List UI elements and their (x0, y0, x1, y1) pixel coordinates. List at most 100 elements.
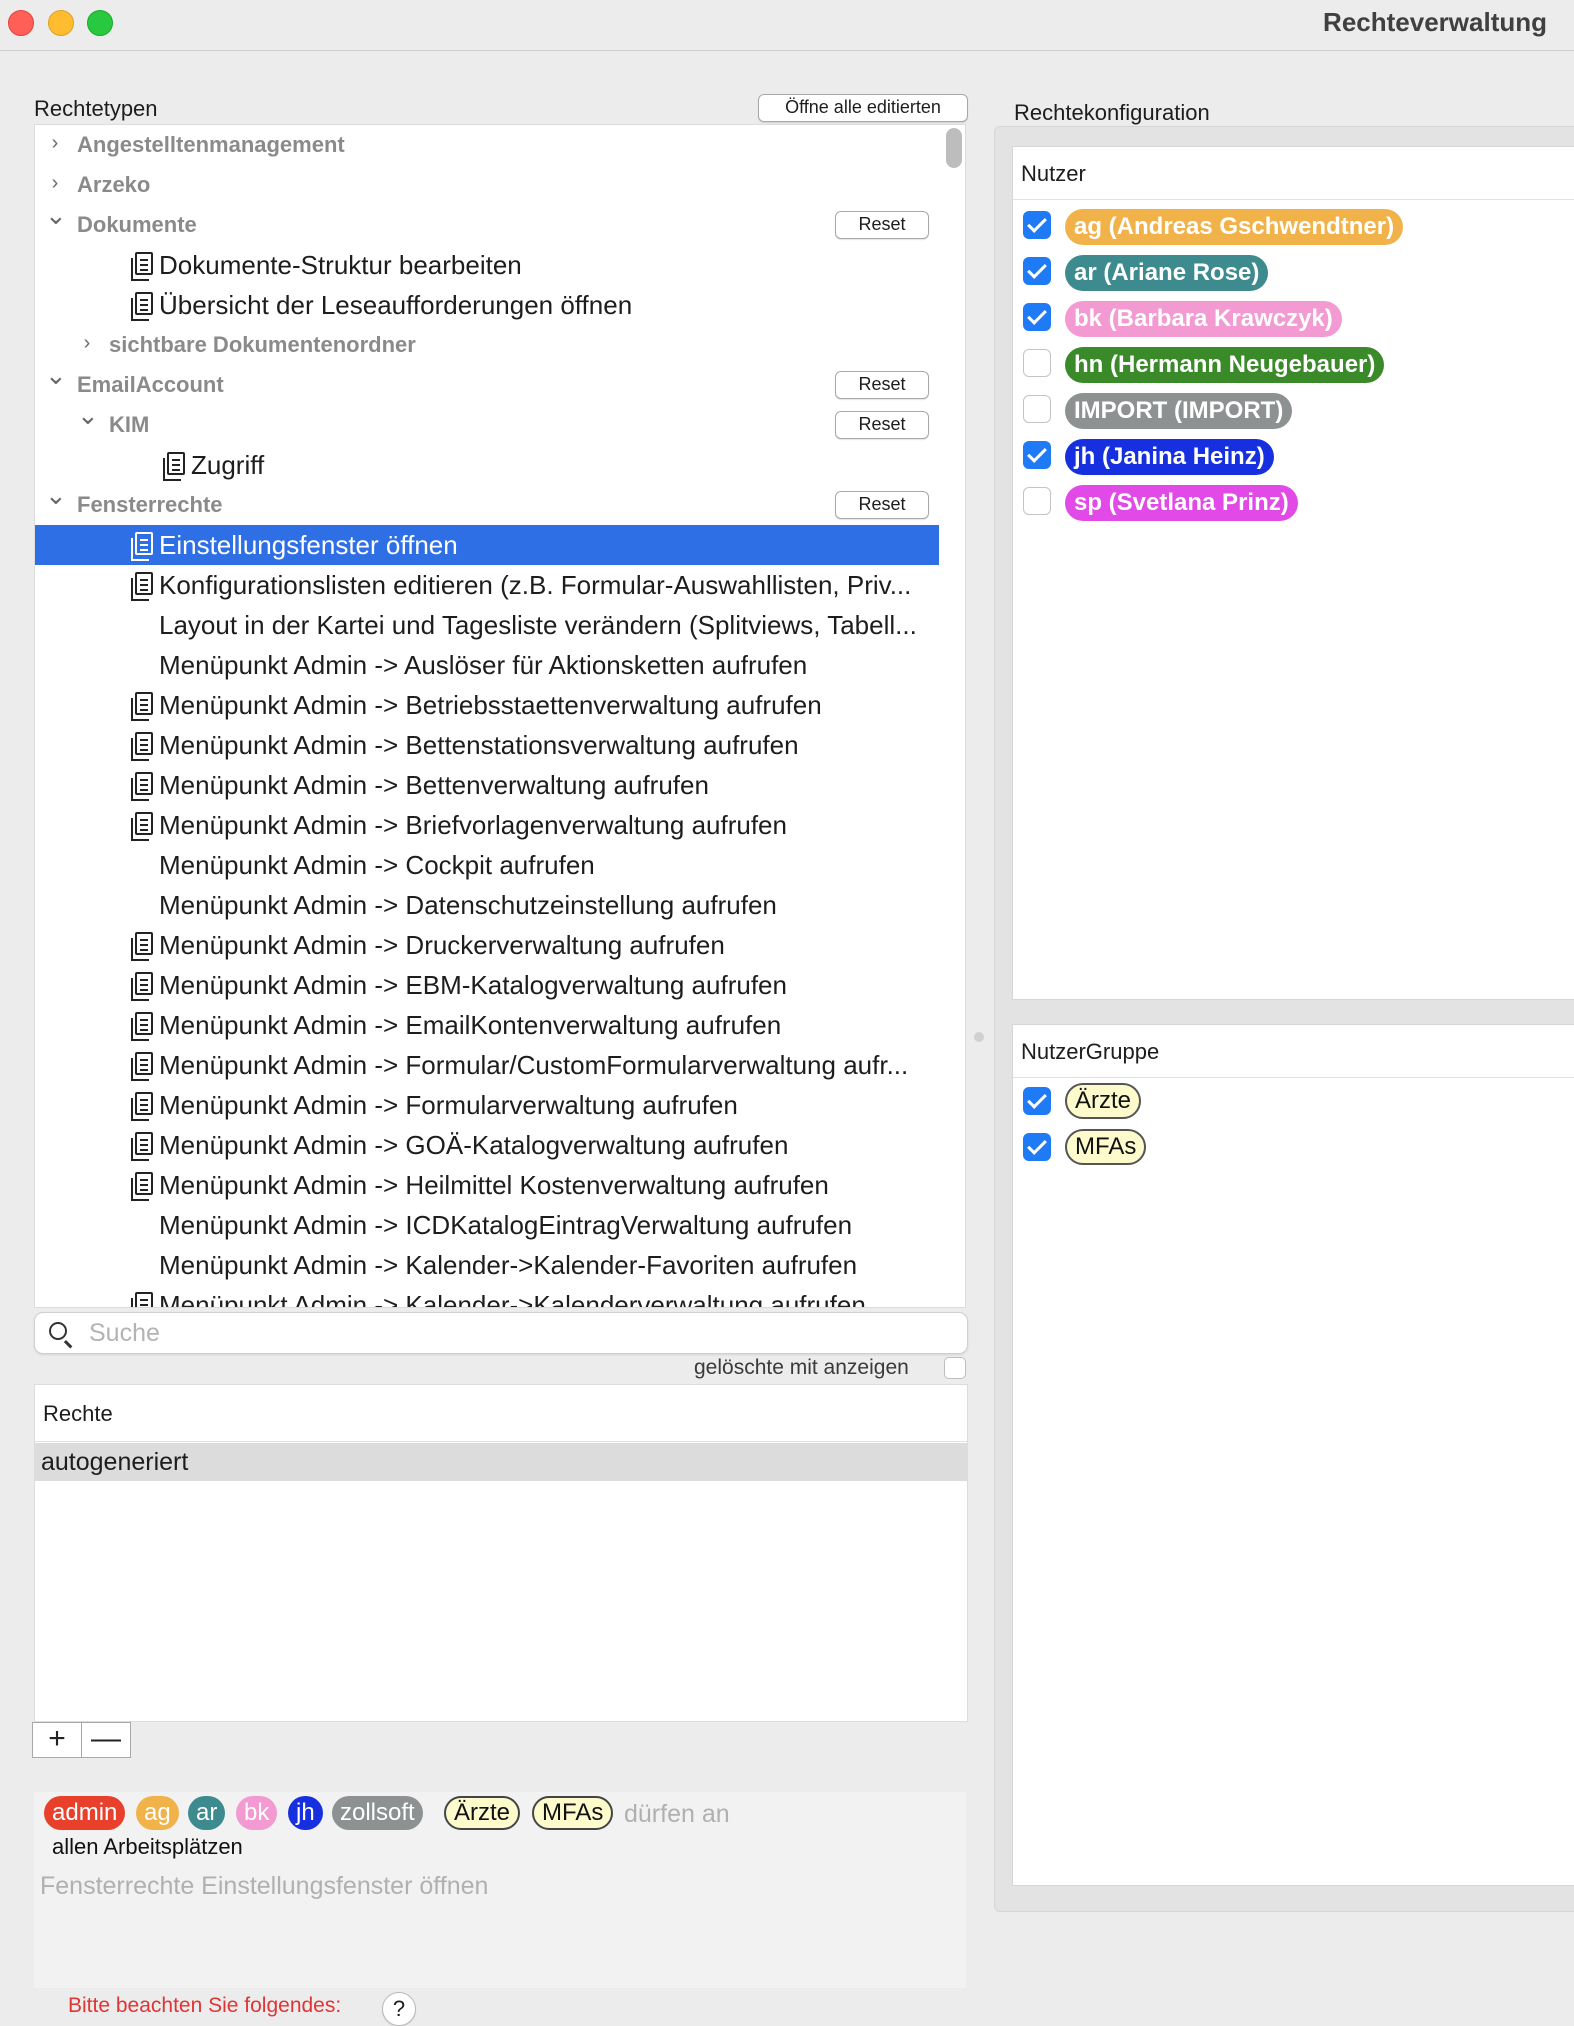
rights-column-header: Rechte (43, 1401, 113, 1426)
search-field[interactable]: Suche (34, 1312, 968, 1354)
split-view-divider-handle[interactable] (974, 1032, 984, 1042)
help-button[interactable]: ? (382, 1992, 416, 2026)
window-title: Rechteverwaltung (1323, 7, 1547, 37)
group-checkbox[interactable] (1023, 1087, 1051, 1115)
user-checkbox[interactable] (1023, 257, 1051, 285)
user-checkbox[interactable] (1023, 211, 1051, 239)
chevron-right-icon[interactable]: › (77, 333, 97, 353)
tree-item-row[interactable]: Menüpunkt Admin -> Kalender->Kalender-Fa… (35, 1245, 939, 1285)
summary-pill: MFAs (532, 1796, 614, 1830)
tree-item-label: Übersicht der Leseaufforderungen öffnen (159, 290, 633, 320)
user-groups-panel: NutzerGruppe Ärzte MFAs (1012, 1024, 1574, 1886)
minimize-window-button[interactable] (48, 10, 74, 36)
tree-item-label: Dokumente-Struktur bearbeiten (159, 250, 522, 280)
tree-item-row[interactable]: Menüpunkt Admin -> Cockpit aufrufen (35, 845, 939, 885)
document-icon (131, 1012, 153, 1041)
users-column-header: Nutzer (1021, 161, 1086, 186)
chevron-down-icon[interactable]: ⌄ (77, 402, 99, 428)
tree-group-row[interactable]: › Angestelltenmanagement (35, 125, 939, 165)
tree-group-row[interactable]: › Arzeko (35, 165, 939, 205)
rights-types-tree[interactable]: › Angestelltenmanagement › Arzeko ⌄ Dokumente… (34, 124, 966, 1308)
chevron-right-icon[interactable]: › (45, 173, 65, 193)
tree-group-label: Fensterrechte (77, 492, 223, 517)
tree-item-row[interactable]: Menüpunkt Admin -> ICDKatalogEintragVerw… (35, 1205, 939, 1245)
user-pill: ag (Andreas Gschwendtner) (1065, 209, 1404, 245)
tree-item-label: Layout in der Kartei und Tagesliste verä… (159, 610, 917, 640)
rights-table-row[interactable]: autogeneriert (35, 1443, 967, 1481)
tree-group-row[interactable]: ⌄ Dokumente Reset (35, 202, 939, 245)
chevron-down-icon[interactable]: ⌄ (45, 202, 67, 228)
tree-item-row[interactable]: Menüpunkt Admin -> Formularverwaltung au… (35, 1085, 939, 1125)
tree-item-row[interactable]: Menüpunkt Admin -> EmailKontenverwaltung… (35, 1005, 939, 1045)
tree-group-row[interactable]: ⌄ EmailAccount Reset (35, 362, 939, 405)
show-deleted-checkbox[interactable] (944, 1357, 966, 1379)
tree-item-row[interactable]: Layout in der Kartei und Tagesliste verä… (35, 605, 939, 645)
tree-item-row[interactable]: Menüpunkt Admin -> Druckerverwaltung auf… (35, 925, 939, 965)
tree-item-row[interactable]: Menüpunkt Admin -> Datenschutzeinstellun… (35, 885, 939, 925)
tree-item-label: Menüpunkt Admin -> Cockpit aufrufen (159, 850, 595, 880)
chevron-right-icon[interactable]: › (45, 133, 65, 153)
tree-item-label: Menüpunkt Admin -> Formularverwaltung au… (159, 1090, 738, 1120)
tree-item-label: Menüpunkt Admin -> Bettenstationsverwalt… (159, 730, 799, 760)
tree-item-row[interactable]: Menüpunkt Admin -> EBM-Katalogverwaltung… (35, 965, 939, 1005)
zoom-window-button[interactable] (87, 10, 113, 36)
open-all-edited-button[interactable]: Öffne alle editierten (758, 94, 968, 122)
tree-group-row[interactable]: ⌄ Fensterrechte Reset (35, 482, 939, 525)
tree-item-row[interactable]: Menüpunkt Admin -> Bettenstationsverwalt… (35, 725, 939, 765)
chevron-down-icon[interactable]: ⌄ (45, 482, 67, 508)
user-pill: sp (Svetlana Prinz) (1065, 485, 1298, 521)
users-panel-header: Nutzer (1013, 147, 1574, 200)
tree-item-row[interactable]: Menüpunkt Admin -> Bettenverwaltung aufr… (35, 765, 939, 805)
document-icon (131, 1172, 153, 1201)
tree-item-label: Menüpunkt Admin -> Bettenverwaltung aufr… (159, 770, 709, 800)
user-group-pill: MFAs (1065, 1129, 1147, 1165)
tree-item-row[interactable]: Zugriff (35, 445, 939, 485)
add-right-button[interactable]: + (32, 1722, 82, 1758)
search-input[interactable]: Suche (89, 1319, 160, 1348)
tree-group-row[interactable]: ⌄ KIM Reset (35, 402, 939, 445)
user-checkbox[interactable] (1023, 303, 1051, 331)
tree-item-label: Menüpunkt Admin -> Betriebsstaettenverwa… (159, 690, 822, 720)
tree-item-row[interactable]: Menüpunkt Admin -> Betriebsstaettenverwa… (35, 685, 939, 725)
reset-button[interactable]: Reset (835, 211, 929, 239)
user-pill: jh (Janina Heinz) (1065, 439, 1274, 475)
warning-text: Bitte beachten Sie folgendes: (68, 1994, 342, 2017)
tree-item-row[interactable]: Menüpunkt Admin -> Auslöser für Aktionsk… (35, 645, 939, 685)
tree-item-row[interactable]: Menüpunkt Admin -> Formular/CustomFormul… (35, 1045, 939, 1085)
user-checkbox[interactable] (1023, 487, 1051, 515)
tree-item-row[interactable]: Einstellungsfenster öffnen (35, 525, 939, 565)
group-checkbox[interactable] (1023, 1133, 1051, 1161)
summary-pill: bk (236, 1796, 278, 1830)
document-icon (131, 772, 153, 801)
tree-item-label: Menüpunkt Admin -> Auslöser für Aktionsk… (159, 650, 808, 680)
remove-right-button[interactable]: — (81, 1722, 131, 1758)
summary-pill: jh (288, 1796, 323, 1830)
user-groups-panel-header: NutzerGruppe (1013, 1025, 1574, 1078)
user-group-pill: Ärzte (1065, 1083, 1142, 1119)
tree-item-label: Menüpunkt Admin -> GOÄ-Katalogverwaltung… (159, 1130, 789, 1160)
tree-item-row[interactable]: Menüpunkt Admin -> Briefvorlagenverwaltu… (35, 805, 939, 845)
tree-item-label: Menüpunkt Admin -> EmailKontenverwaltung… (159, 1010, 782, 1040)
user-checkbox[interactable] (1023, 441, 1051, 469)
tree-item-row[interactable]: Menüpunkt Admin -> Heilmittel Kostenverw… (35, 1165, 939, 1205)
summary-pill: zollsoft (332, 1796, 423, 1830)
chevron-down-icon[interactable]: ⌄ (45, 362, 67, 388)
reset-button[interactable]: Reset (835, 411, 929, 439)
user-checkbox[interactable] (1023, 395, 1051, 423)
tree-group-row[interactable]: › sichtbare Dokumentenordner (35, 325, 939, 365)
tree-item-row[interactable]: Menüpunkt Admin -> Kalender->Kalenderver… (35, 1285, 939, 1307)
reset-button[interactable]: Reset (835, 491, 929, 519)
tree-item-row[interactable]: Konfigurationslisten editieren (z.B. For… (35, 565, 939, 605)
reset-button[interactable]: Reset (835, 371, 929, 399)
tree-item-label: Konfigurationslisten editieren (z.B. For… (159, 570, 912, 600)
tree-item-row[interactable]: Übersicht der Leseaufforderungen öffnen (35, 285, 939, 325)
close-window-button[interactable] (8, 10, 34, 36)
document-icon (131, 572, 153, 601)
tree-scrollbar[interactable] (946, 128, 962, 168)
tree-item-row[interactable]: Dokumente-Struktur bearbeiten (35, 245, 939, 285)
document-icon (131, 1092, 153, 1121)
document-icon (131, 812, 153, 841)
user-checkbox[interactable] (1023, 349, 1051, 377)
tree-item-row[interactable]: Menüpunkt Admin -> GOÄ-Katalogverwaltung… (35, 1125, 939, 1165)
tree-item-label: Menüpunkt Admin -> Datenschutzeinstellun… (159, 890, 777, 920)
